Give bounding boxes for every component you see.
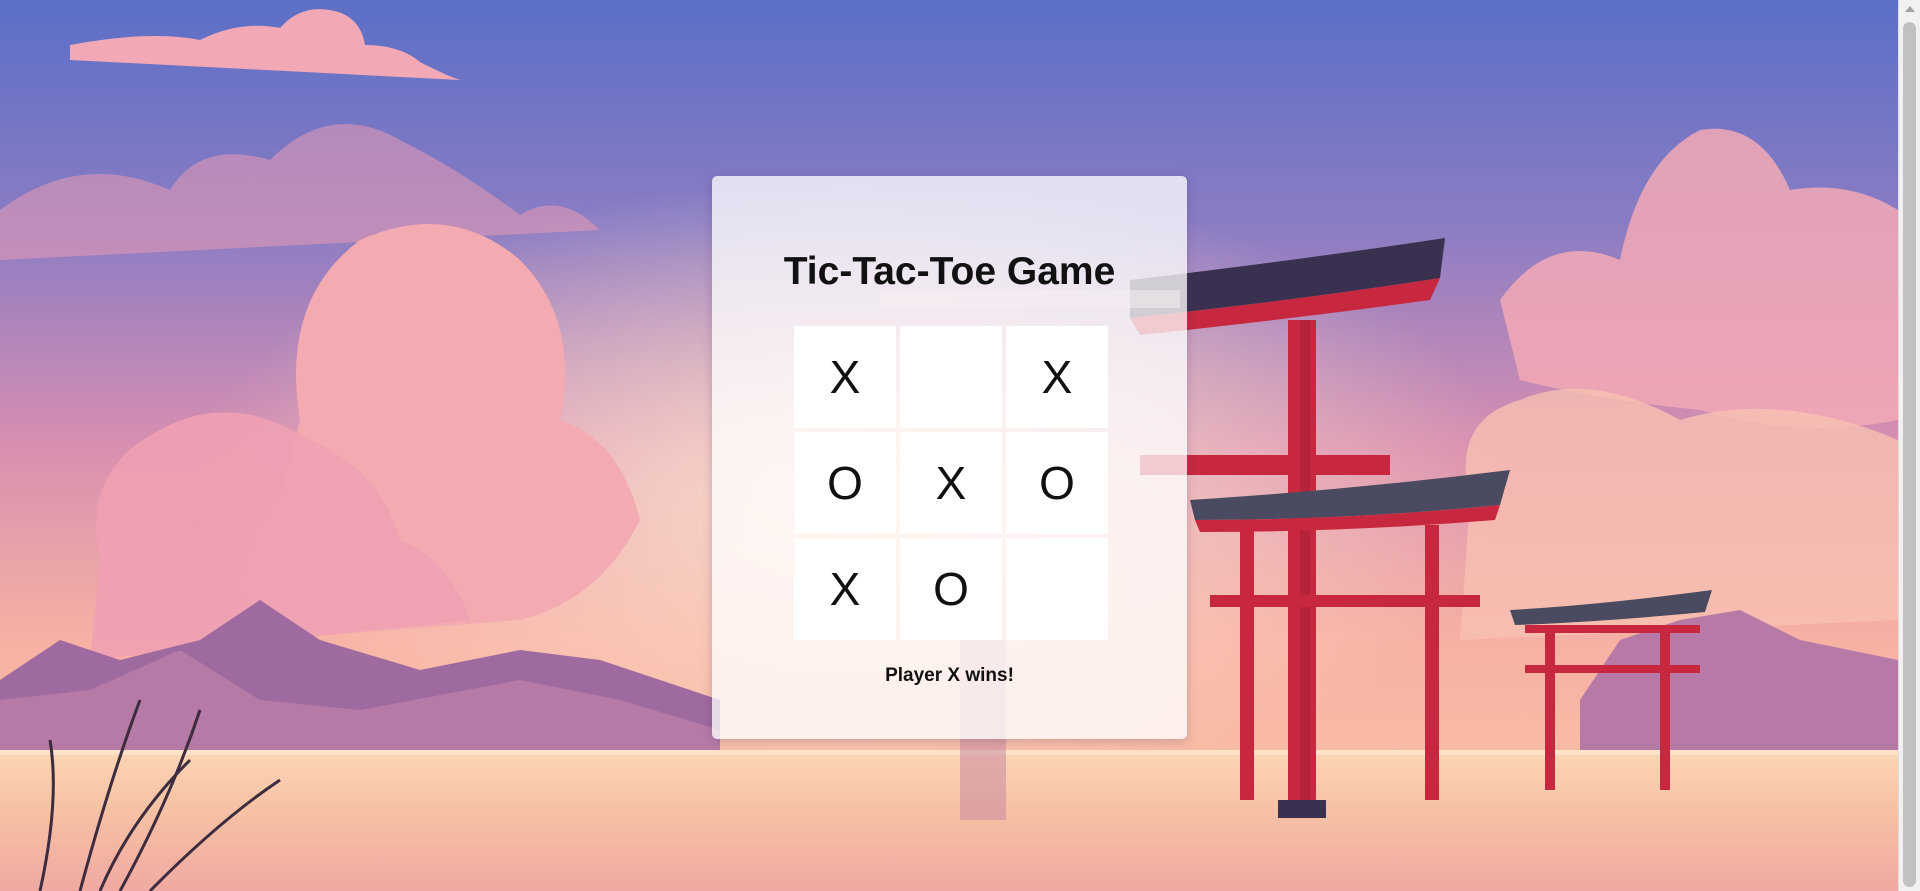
game-title: Tic-Tac-Toe Game [783,250,1116,293]
game-board: X X O X O X O [794,326,1108,640]
vertical-scrollbar[interactable] [1898,0,1920,891]
game-card: Tic-Tac-Toe Game X X O X O X O Player X … [712,176,1187,739]
scroll-up-arrow-icon[interactable] [1904,6,1915,12]
board-cell-r2c3[interactable]: O [1006,432,1108,534]
board-cell-r3c1[interactable]: X [794,538,896,640]
board-cell-r1c3[interactable]: X [1006,326,1108,428]
board-cell-r3c2[interactable]: O [900,538,1002,640]
board-cell-r2c1[interactable]: O [794,432,896,534]
scrollbar-thumb[interactable] [1903,22,1916,887]
board-cell-r1c1[interactable]: X [794,326,896,428]
game-status: Player X wins! [885,665,1014,686]
board-cell-r1c2[interactable] [900,326,1002,428]
board-cell-r3c3[interactable] [1006,538,1108,640]
board-cell-r2c2[interactable]: X [900,432,1002,534]
